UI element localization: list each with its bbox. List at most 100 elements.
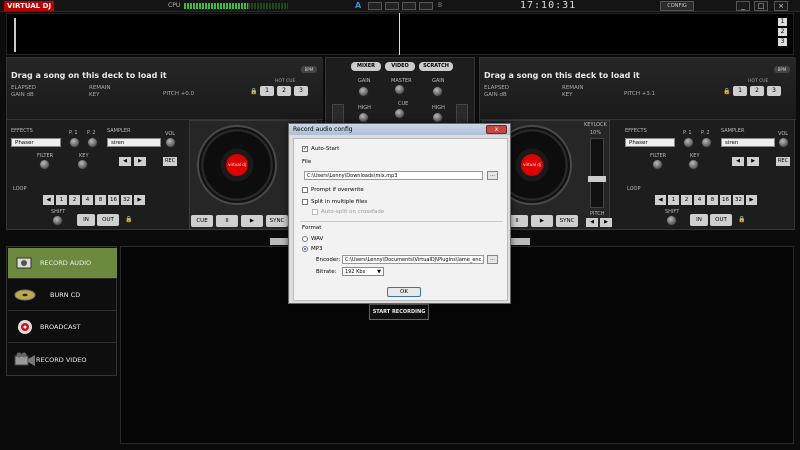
loop-8[interactable]: 8 xyxy=(707,195,718,205)
pitch-slider[interactable] xyxy=(590,138,604,208)
ok-button[interactable]: OK xyxy=(387,287,421,297)
key-knob[interactable] xyxy=(77,159,88,170)
sampler-vol-knob[interactable] xyxy=(165,137,176,148)
filter-knob[interactable] xyxy=(39,159,50,170)
pitch-up-button[interactable]: ▶ xyxy=(600,218,612,227)
sampler-select[interactable]: siren xyxy=(107,138,161,147)
minimize-button[interactable]: _ xyxy=(736,1,750,11)
sync-button[interactable]: SYNC xyxy=(556,215,578,227)
bpm-button[interactable]: BPM xyxy=(774,66,790,73)
loop-8[interactable]: 8 xyxy=(95,195,106,205)
config-button[interactable]: CONFIG xyxy=(660,1,694,11)
deck-b-indicator[interactable]: B xyxy=(438,2,442,9)
pause-button[interactable]: II xyxy=(216,215,238,227)
burn-cd-item[interactable]: BURN CD xyxy=(8,280,117,311)
key-knob[interactable] xyxy=(688,159,699,170)
close-button[interactable]: × xyxy=(774,1,788,11)
auto-split-checkbox[interactable] xyxy=(312,209,318,215)
pitch-down-button[interactable]: ◀ xyxy=(586,218,598,227)
effect-p1-knob[interactable] xyxy=(683,137,694,148)
loop-4[interactable]: 4 xyxy=(82,195,93,205)
effect-p1-knob[interactable] xyxy=(69,137,80,148)
loop-in-button[interactable]: IN xyxy=(690,214,708,226)
split-files-checkbox[interactable] xyxy=(302,199,308,205)
deck-a-indicator[interactable]: A xyxy=(355,1,361,10)
effect-p2-knob[interactable] xyxy=(87,137,98,148)
encoder-browse-button[interactable]: ... xyxy=(487,255,498,264)
wav-radio[interactable] xyxy=(302,236,308,242)
loop-16[interactable]: 16 xyxy=(720,195,731,205)
filter-knob[interactable] xyxy=(652,159,663,170)
sampler-select[interactable]: siren xyxy=(721,138,775,147)
start-recording-button[interactable]: START RECORDING xyxy=(369,304,429,320)
tab-scratch[interactable]: SCRATCH xyxy=(419,62,453,71)
tab-video[interactable]: VIDEO xyxy=(385,62,415,71)
record-video-item[interactable]: RECORD VIDEO xyxy=(8,344,117,375)
high-knob-right[interactable] xyxy=(432,112,443,123)
broadcast-item[interactable]: BROADCAST xyxy=(8,312,117,343)
sampler-vol-knob[interactable] xyxy=(778,137,789,148)
loop-out-button[interactable]: OUT xyxy=(710,214,732,226)
prompt-overwrite-checkbox[interactable] xyxy=(302,187,308,193)
effect-select[interactable]: Phaser xyxy=(11,138,61,147)
pitch-slider-handle[interactable] xyxy=(588,176,606,182)
high-knob-left[interactable] xyxy=(358,112,369,123)
deck-slot[interactable] xyxy=(385,2,399,10)
loop-in-button[interactable]: IN xyxy=(77,214,95,226)
deck-slot[interactable] xyxy=(419,2,433,10)
record-audio-item[interactable]: RECORD AUDIO xyxy=(8,248,117,279)
sampler-play-button[interactable]: ▶ xyxy=(134,157,146,166)
sampler-prev-button[interactable]: ◀ xyxy=(732,157,744,166)
sampler-prev-button[interactable]: ◀ xyxy=(119,157,131,166)
effect-select[interactable]: Phaser xyxy=(625,138,675,147)
play-button[interactable]: ▶ xyxy=(531,215,553,227)
hot-cue-3[interactable]: 3 xyxy=(767,86,781,96)
sampler-play-button[interactable]: ▶ xyxy=(747,157,759,166)
loop-2[interactable]: 2 xyxy=(69,195,80,205)
encoder-path-input[interactable]: C:\Users\Lenny\Documents\VirtualDJ\Plugi… xyxy=(342,255,484,264)
sampler-rec-button[interactable]: REC xyxy=(163,157,177,166)
maximize-button[interactable]: □ xyxy=(754,1,768,11)
bitrate-select[interactable]: 192 Kbs ▼ xyxy=(342,267,384,276)
loop-16[interactable]: 16 xyxy=(108,195,119,205)
lock-icon[interactable]: 🔒 xyxy=(723,88,730,95)
waveform-display[interactable] xyxy=(6,13,794,55)
hot-cue-3[interactable]: 3 xyxy=(294,86,308,96)
hot-cue-2[interactable]: 2 xyxy=(277,86,291,96)
file-browse-button[interactable]: ... xyxy=(487,171,498,180)
bpm-button[interactable]: BPM xyxy=(301,66,317,73)
sampler-rec-button[interactable]: REC xyxy=(776,157,790,166)
play-button[interactable]: ▶ xyxy=(241,215,263,227)
hot-cue-1[interactable]: 1 xyxy=(260,86,274,96)
dialog-close-button[interactable]: x xyxy=(486,125,507,134)
tab-mixer[interactable]: MIXER xyxy=(351,62,381,71)
loop-2[interactable]: 2 xyxy=(681,195,692,205)
effect-p2-knob[interactable] xyxy=(701,137,712,148)
hot-cue-1[interactable]: 1 xyxy=(733,86,747,96)
master-knob[interactable] xyxy=(394,84,405,95)
loop-prev-button[interactable]: ◀ xyxy=(43,195,54,205)
loop-32[interactable]: 32 xyxy=(121,195,132,205)
deck-slot[interactable] xyxy=(368,2,382,10)
auto-start-checkbox[interactable]: ✓ xyxy=(302,146,308,152)
hot-cue-2[interactable]: 2 xyxy=(750,86,764,96)
loop-next-button[interactable]: ▶ xyxy=(746,195,757,205)
cue-knob[interactable] xyxy=(394,108,405,119)
browser-split-handle-right[interactable] xyxy=(510,238,530,245)
browser-split-handle-left[interactable] xyxy=(270,238,290,245)
loop-out-button[interactable]: OUT xyxy=(97,214,119,226)
mp3-radio[interactable] xyxy=(302,246,308,252)
shift-knob[interactable] xyxy=(666,215,677,226)
loop-1[interactable]: 1 xyxy=(668,195,679,205)
zoom-button-2[interactable]: 2 xyxy=(778,28,787,36)
sync-button[interactable]: SYNC xyxy=(266,215,288,227)
lock-icon[interactable]: 🔒 xyxy=(250,88,257,95)
zoom-button-1[interactable]: 1 xyxy=(778,18,787,26)
loop-lock-icon[interactable]: 🔒 xyxy=(738,216,745,223)
cue-button[interactable]: CUE xyxy=(191,215,213,227)
gain-knob-right[interactable] xyxy=(432,86,443,97)
zoom-button-3[interactable]: 3 xyxy=(778,38,787,46)
loop-4[interactable]: 4 xyxy=(694,195,705,205)
gain-knob-left[interactable] xyxy=(358,86,369,97)
loop-next-button[interactable]: ▶ xyxy=(134,195,145,205)
